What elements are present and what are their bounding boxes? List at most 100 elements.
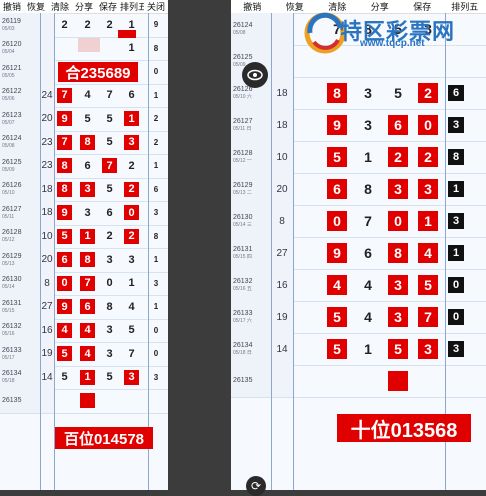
digit-cell[interactable]: 5 — [102, 135, 117, 150]
digit-cell[interactable]: 4 — [358, 307, 378, 327]
digit-cell[interactable]: 6 — [80, 158, 95, 173]
left-toolbar-item[interactable]: 关闭 — [144, 0, 168, 13]
highlighted-digit[interactable]: 4 — [418, 243, 438, 263]
highlighted-digit[interactable]: 9 — [327, 115, 347, 135]
digit-cell[interactable] — [0, 64, 15, 79]
highlighted-digit[interactable]: 3 — [80, 182, 95, 197]
highlighted-digit[interactable]: 2 — [418, 147, 438, 167]
digit-cell[interactable]: 1 — [124, 41, 139, 56]
highlighted-digit[interactable]: 8 — [57, 158, 72, 173]
digit-cell[interactable]: 6 — [102, 205, 117, 220]
highlighted-digit[interactable]: 9 — [57, 111, 72, 126]
highlighted-digit[interactable]: 7 — [57, 135, 72, 150]
digit-cell[interactable]: 5 — [80, 111, 95, 126]
highlighted-digit[interactable]: 5 — [327, 307, 347, 327]
highlighted-digit[interactable]: 6 — [57, 252, 72, 267]
highlighted-digit[interactable]: 8 — [80, 135, 95, 150]
left-toolbar-item[interactable]: 分享 — [72, 0, 96, 13]
highlighted-digit[interactable]: 4 — [80, 323, 95, 338]
digit-cell[interactable] — [124, 393, 139, 408]
digit-cell[interactable]: 3 — [102, 252, 117, 267]
highlighted-digit[interactable]: 3 — [418, 339, 438, 359]
highlighted-digit[interactable]: 4 — [327, 275, 347, 295]
highlighted-digit[interactable]: 0 — [418, 115, 438, 135]
left-toolbar-item[interactable]: 排列五 — [120, 0, 144, 13]
highlighted-digit[interactable]: 0 — [327, 211, 347, 231]
left-toolbar-item[interactable]: 保存 — [96, 0, 120, 13]
highlighted-digit[interactable]: 4 — [57, 323, 72, 338]
digit-cell[interactable] — [57, 41, 72, 56]
right-toolbar-item[interactable]: 撤销 — [231, 0, 274, 13]
digit-cell[interactable]: 5 — [124, 323, 139, 338]
digit-cell[interactable]: 4 — [358, 275, 378, 295]
highlighted-digit[interactable]: 7 — [80, 276, 95, 291]
highlighted-digit[interactable]: 3 — [124, 370, 139, 385]
digit-cell[interactable]: 4 — [80, 88, 95, 103]
digit-cell[interactable]: 3 — [124, 252, 139, 267]
highlighted-digit[interactable]: 3 — [124, 135, 139, 150]
highlighted-digit[interactable]: 3 — [388, 275, 408, 295]
highlighted-digit[interactable]: 5 — [418, 275, 438, 295]
digit-cell[interactable]: 2 — [57, 17, 72, 32]
digit-cell[interactable]: 7 — [358, 211, 378, 231]
left-toolbar-item[interactable]: 恢复 — [24, 0, 48, 13]
highlighted-digit[interactable]: 3 — [388, 179, 408, 199]
highlighted-digit[interactable]: 2 — [418, 83, 438, 103]
highlighted-digit[interactable]: 5 — [57, 229, 72, 244]
digit-cell[interactable]: 5 — [102, 182, 117, 197]
highlighted-digit[interactable]: 6 — [80, 299, 95, 314]
digit-cell[interactable]: 7 — [102, 88, 117, 103]
highlighted-digit[interactable]: 1 — [124, 111, 139, 126]
highlighted-digit[interactable]: 9 — [57, 205, 72, 220]
left-toolbar-item[interactable]: 清除 — [48, 0, 72, 13]
highlighted-digit[interactable]: 5 — [57, 346, 72, 361]
digit-cell[interactable] — [418, 371, 438, 391]
digit-cell[interactable] — [358, 371, 378, 391]
digit-cell[interactable]: 6 — [124, 88, 139, 103]
highlighted-digit[interactable]: 0 — [57, 276, 72, 291]
digit-cell[interactable]: 0 — [102, 276, 117, 291]
digit-cell[interactable]: 2 — [102, 229, 117, 244]
digit-cell[interactable] — [327, 371, 347, 391]
highlighted-digit[interactable]: 1 — [418, 211, 438, 231]
highlighted-digit[interactable]: 3 — [388, 307, 408, 327]
digit-cell[interactable]: 3 — [358, 115, 378, 135]
highlighted-digit[interactable]: 3 — [418, 179, 438, 199]
highlighted-digit[interactable]: 5 — [388, 339, 408, 359]
digit-cell[interactable]: 5 — [102, 370, 117, 385]
digit-cell[interactable]: 3 — [358, 83, 378, 103]
digit-cell[interactable]: 8 — [358, 179, 378, 199]
highlighted-digit[interactable]: 7 — [57, 88, 72, 103]
highlighted-digit[interactable]: 9 — [327, 243, 347, 263]
digit-cell[interactable]: 3 — [80, 205, 95, 220]
highlighted-digit[interactable] — [80, 393, 95, 408]
digit-cell[interactable]: 5 — [388, 83, 408, 103]
highlighted-digit[interactable]: 4 — [80, 346, 95, 361]
digit-cell[interactable] — [102, 41, 117, 56]
highlighted-digit[interactable]: 8 — [80, 252, 95, 267]
highlighted-digit[interactable] — [388, 371, 408, 391]
highlighted-digit[interactable]: 9 — [57, 299, 72, 314]
digit-cell[interactable]: 5 — [57, 370, 72, 385]
highlighted-digit[interactable]: 0 — [388, 211, 408, 231]
highlighted-digit[interactable]: 0 — [124, 205, 139, 220]
digit-cell[interactable]: 2 — [80, 17, 95, 32]
refresh-icon[interactable]: ⟳ — [246, 476, 266, 496]
highlighted-digit[interactable]: 7 — [418, 307, 438, 327]
eye-icon[interactable] — [242, 62, 268, 88]
highlighted-digit[interactable]: 5 — [327, 147, 347, 167]
digit-cell[interactable]: 1 — [358, 339, 378, 359]
highlighted-digit[interactable]: 8 — [388, 243, 408, 263]
digit-cell[interactable]: 2 — [124, 158, 139, 173]
digit-cell[interactable]: 3 — [102, 323, 117, 338]
digit-cell[interactable] — [102, 393, 117, 408]
highlighted-digit[interactable]: 8 — [57, 182, 72, 197]
highlighted-digit[interactable]: 2 — [124, 229, 139, 244]
highlighted-digit[interactable]: 7 — [102, 158, 117, 173]
highlighted-digit[interactable]: 1 — [80, 229, 95, 244]
highlighted-digit[interactable]: 2 — [124, 182, 139, 197]
digit-cell[interactable]: 7 — [124, 346, 139, 361]
highlighted-digit[interactable]: 5 — [327, 339, 347, 359]
digit-cell[interactable]: 1 — [124, 276, 139, 291]
digit-cell[interactable]: 5 — [102, 111, 117, 126]
